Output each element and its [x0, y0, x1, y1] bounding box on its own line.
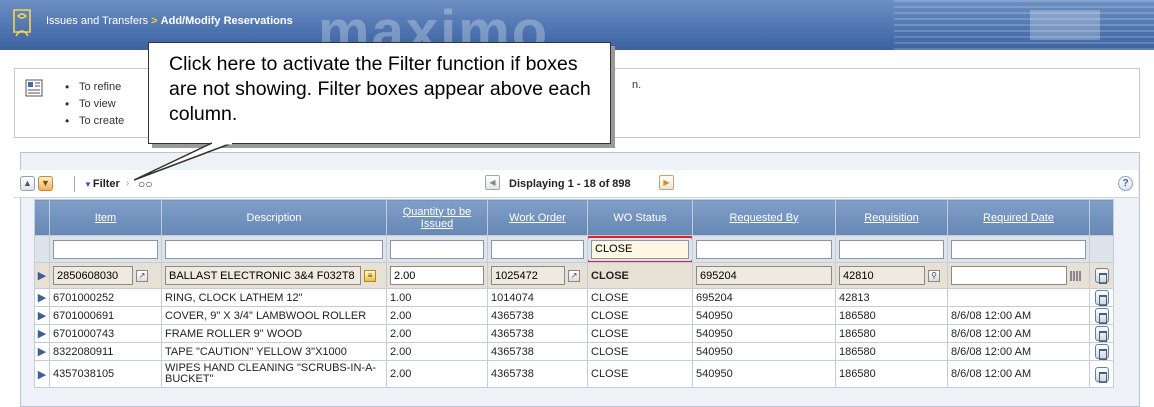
callout-pointer [133, 141, 233, 181]
